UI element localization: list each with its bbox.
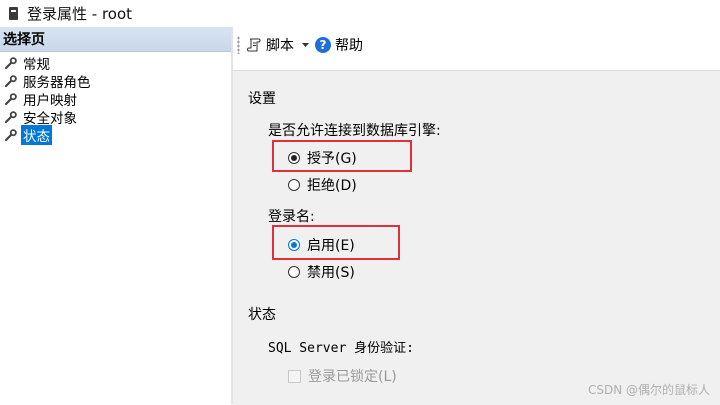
script-dropdown-icon[interactable]	[302, 42, 309, 48]
status-page-content: 设置 是否允许连接到数据库引擎: 授予(G) 拒绝(D) 登录名: 启用(E) …	[233, 70, 720, 405]
settings-section-title: 设置	[248, 91, 276, 107]
select-page-header: 选择页	[0, 27, 231, 52]
help-label: 帮助	[335, 38, 363, 54]
disable-radio-button[interactable]	[288, 266, 300, 278]
wrench-icon	[4, 111, 17, 124]
status-section-title: 状态	[248, 307, 276, 323]
select-page-pane: 选择页 常规 服务器角色 用户映射 安全对象 状态	[0, 27, 231, 404]
grant-radio-label: 授予(G)	[307, 151, 357, 167]
wrench-icon	[4, 129, 17, 142]
deny-radio-button[interactable]	[288, 179, 300, 191]
login-locked-label: 登录已锁定(L)	[308, 369, 397, 385]
disable-radio[interactable]: 禁用(S)	[288, 262, 355, 282]
script-icon	[246, 37, 262, 53]
help-button[interactable]: ? 帮助	[315, 35, 363, 55]
enable-radio[interactable]: 启用(E)	[288, 235, 355, 255]
page-item-label: 用户映射	[23, 93, 77, 109]
page-item-user-mapping[interactable]: 用户映射	[0, 90, 231, 109]
wrench-icon	[4, 93, 17, 106]
page-item-label: 常规	[23, 57, 50, 73]
page-item-status[interactable]: 状态	[0, 125, 231, 145]
enable-radio-button[interactable]	[288, 239, 300, 251]
page-item-label: 安全对象	[23, 111, 77, 127]
disable-radio-label: 禁用(S)	[307, 265, 355, 281]
db-engine-question: 是否允许连接到数据库引擎:	[268, 123, 441, 139]
page-item-label: 状态	[21, 125, 52, 145]
grant-radio[interactable]: 授予(G)	[288, 148, 357, 168]
watermark: CSDN @偶尔的鼠标人	[587, 383, 710, 397]
deny-radio-label: 拒绝(D)	[307, 178, 357, 194]
deny-radio[interactable]: 拒绝(D)	[288, 175, 357, 195]
page-item-securables[interactable]: 安全对象	[0, 108, 231, 127]
page-list: 常规 服务器角色 用户映射 安全对象 状态	[0, 54, 231, 145]
login-locked-checkbox[interactable]: 登录已锁定(L)	[288, 366, 397, 386]
wrench-icon	[4, 75, 17, 88]
page-item-general[interactable]: 常规	[0, 54, 231, 73]
window-icon	[9, 6, 18, 20]
help-icon: ?	[315, 37, 331, 53]
page-item-label: 服务器角色	[23, 75, 91, 91]
toolbar-grip[interactable]	[237, 36, 240, 54]
grant-radio-button[interactable]	[288, 152, 300, 164]
wrench-icon	[4, 57, 17, 70]
script-button[interactable]: 脚本	[246, 35, 294, 55]
page-item-server-roles[interactable]: 服务器角色	[0, 72, 231, 91]
title-bar: 登录属性 - root	[0, 0, 720, 26]
window-title: 登录属性 - root	[27, 4, 133, 23]
toolbar: 脚本 ? 帮助	[233, 27, 720, 63]
enable-radio-label: 启用(E)	[307, 238, 355, 254]
script-label: 脚本	[266, 38, 294, 54]
login-locked-checkbox-box[interactable]	[288, 369, 301, 383]
sql-auth-label: SQL Server 身份验证:	[268, 341, 414, 356]
login-label: 登录名:	[268, 209, 315, 225]
